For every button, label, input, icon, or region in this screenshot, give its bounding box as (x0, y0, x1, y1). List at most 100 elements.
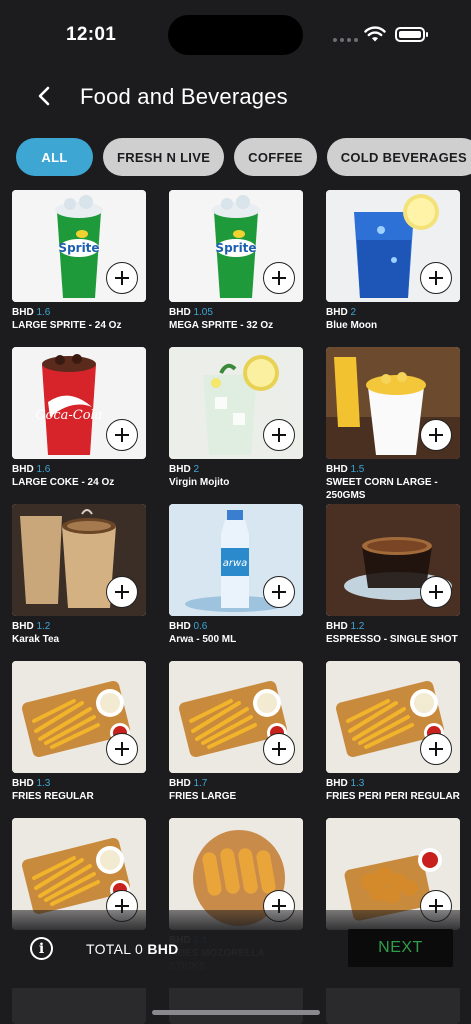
product-price: BHD 1.6 (12, 464, 146, 476)
product-card[interactable]: BHD 1.2 Karak Tea (12, 504, 146, 661)
price-currency: BHD (169, 621, 191, 632)
tab-fresh-n-live[interactable]: FRESH N LIVE (103, 138, 225, 176)
product-name: FRIES REGULAR (12, 791, 94, 802)
add-to-cart-button[interactable] (106, 733, 138, 765)
price-amount: 1.7 (193, 778, 208, 789)
back-button[interactable] (30, 82, 58, 110)
product-card[interactable]: BHD 1.3 FRIES REGULAR (12, 661, 146, 818)
add-to-cart-button[interactable] (263, 733, 295, 765)
product-card[interactable]: BHD 2 Virgin Mojito (169, 347, 303, 504)
product-card[interactable]: arwa BHD 0.6 Arwa - 500 ML (169, 504, 303, 661)
product-name: FRIES LARGE (169, 791, 237, 802)
product-card[interactable]: Sprite BHD 1.05 MEGA SPRITE - 32 Oz (169, 190, 303, 347)
product-card[interactable]: Coca-Cola BHD 1.6 LARGE COKE - 24 Oz (12, 347, 146, 504)
product-image (169, 347, 303, 459)
product-name: FRIES PERI PERI REGULAR (326, 791, 460, 802)
product-image (326, 504, 460, 616)
price-currency: BHD (12, 307, 34, 318)
tab-cold-beverages[interactable]: COLD BEVERAGES (326, 138, 471, 176)
product-price: BHD 1.2 (326, 621, 460, 633)
price-amount: 0.6 (193, 621, 208, 632)
battery-icon (395, 27, 428, 42)
wifi-icon (364, 26, 386, 42)
total-value: 0 (135, 941, 144, 957)
price-amount: 1.5 (350, 464, 365, 475)
product-price: BHD 1.6 (12, 307, 146, 319)
status-time: 12:01 (66, 24, 117, 45)
page-title: Food and Beverages (80, 84, 288, 109)
product-name: Virgin Mojito (169, 477, 230, 488)
add-to-cart-button[interactable] (106, 576, 138, 608)
next-button[interactable]: NEXT (348, 929, 453, 967)
product-image (12, 661, 146, 773)
add-to-cart-button[interactable] (420, 576, 452, 608)
product-price: BHD 0.6 (169, 621, 303, 633)
add-to-cart-button[interactable] (263, 262, 295, 294)
add-to-cart-button[interactable] (420, 419, 452, 451)
svg-text:Sprite: Sprite (58, 241, 99, 255)
product-image (326, 190, 460, 302)
add-to-cart-button[interactable] (420, 262, 452, 294)
product-name: LARGE COKE - 24 Oz (12, 477, 115, 488)
add-to-cart-button[interactable] (263, 419, 295, 451)
product-name: Karak Tea (12, 634, 60, 645)
price-amount: 1.6 (36, 307, 51, 318)
price-amount: 1.2 (36, 621, 51, 632)
svg-text:arwa: arwa (223, 558, 248, 569)
add-to-cart-button[interactable] (106, 262, 138, 294)
product-image (326, 347, 460, 459)
product-price: BHD 1.3 (12, 778, 146, 790)
total-label: TOTAL (86, 941, 131, 957)
price-amount: 1.6 (36, 464, 51, 475)
product-price: BHD 2 (169, 464, 303, 476)
product-grid: Sprite BHD 1.6 LARGE SPRITE - 24 Oz Sprite B… (12, 190, 460, 975)
tab-coffee[interactable]: COFFEE (234, 138, 317, 176)
product-name: Arwa - 500 ML (169, 634, 237, 645)
product-card[interactable]: Sprite BHD 1.6 LARGE SPRITE - 24 Oz (12, 190, 146, 347)
chevron-left-icon (38, 86, 50, 106)
product-image (326, 661, 460, 773)
product-image (169, 661, 303, 773)
product-price: BHD 1.2 (12, 621, 146, 633)
product-name: Blue Moon (326, 320, 378, 331)
svg-text:Coca-Cola: Coca-Cola (36, 408, 103, 423)
product-card[interactable]: BHD 1.3 FRIES PERI PERI REGULAR (326, 661, 460, 818)
price-currency: BHD (12, 464, 34, 475)
product-card[interactable]: BHD 2 Blue Moon (326, 190, 460, 347)
price-amount: 1.3 (36, 778, 51, 789)
price-currency: BHD (326, 464, 348, 475)
price-amount: 1.05 (193, 307, 213, 318)
product-price: BHD 1.3 (326, 778, 460, 790)
price-currency: BHD (326, 621, 348, 632)
info-icon[interactable]: i (30, 937, 53, 960)
product-card[interactable]: BHD 1.5 SWEET CORN LARGE - 250GMS (326, 347, 460, 504)
total-currency: BHD (147, 941, 179, 957)
home-indicator (152, 1010, 320, 1015)
product-name: SWEET CORN LARGE - 250GMS (326, 477, 438, 501)
product-name: MEGA SPRITE - 32 Oz (169, 320, 274, 331)
price-amount: 1.3 (350, 778, 365, 789)
product-card[interactable]: BHD 1.7 FRIES LARGE (169, 661, 303, 818)
cart-total: TOTAL 0 BHD (86, 941, 179, 957)
product-price: BHD 1.7 (169, 778, 303, 790)
product-price: BHD 1.05 (169, 307, 303, 319)
cellular-signal-icon (333, 38, 358, 42)
price-currency: BHD (12, 621, 34, 632)
svg-text:Sprite: Sprite (215, 241, 256, 255)
product-card[interactable]: BHD 1.2 ESPRESSO - SINGLE SHOT (326, 504, 460, 661)
price-currency: BHD (169, 307, 191, 318)
product-image: Coca-Cola (12, 347, 146, 459)
dynamic-island (168, 15, 303, 55)
product-image: Sprite (169, 190, 303, 302)
product-image: arwa (169, 504, 303, 616)
product-price: BHD 1.5 (326, 464, 460, 476)
price-currency: BHD (326, 307, 348, 318)
product-name: LARGE SPRITE - 24 Oz (12, 320, 122, 331)
tab-all[interactable]: ALL (16, 138, 93, 176)
category-tabs: ALL FRESH N LIVE COFFEE COLD BEVERAGES (16, 138, 471, 176)
add-to-cart-button[interactable] (106, 419, 138, 451)
price-amount: 2 (350, 307, 357, 318)
add-to-cart-button[interactable] (263, 576, 295, 608)
price-currency: BHD (169, 778, 191, 789)
add-to-cart-button[interactable] (420, 733, 452, 765)
